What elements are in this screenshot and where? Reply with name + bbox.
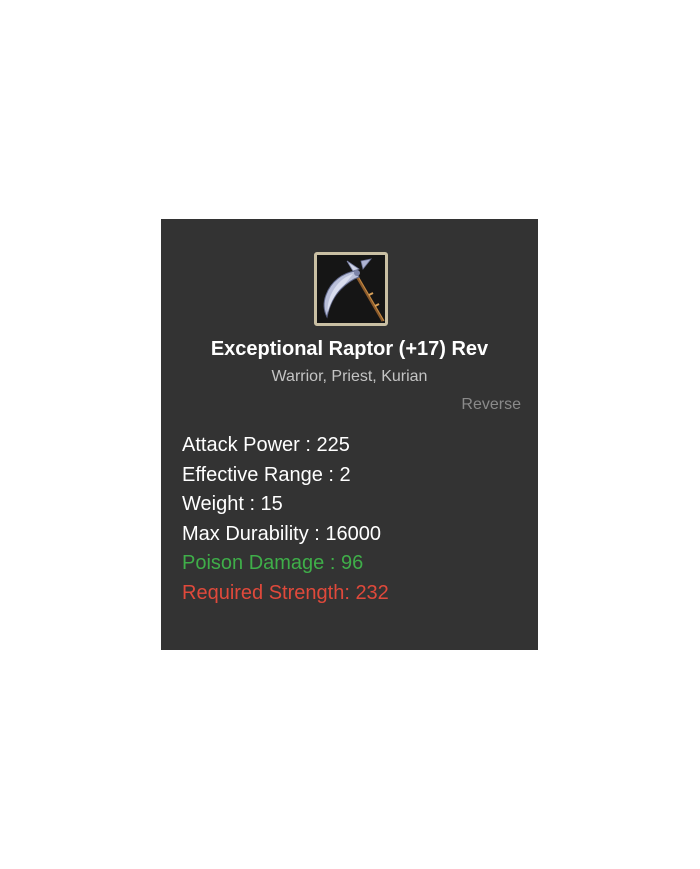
stat-required-strength: Required Strength: 232 bbox=[182, 581, 389, 604]
scythe-weapon-icon bbox=[314, 252, 388, 326]
stat-effective-range: Effective Range : 2 bbox=[182, 463, 351, 486]
item-name: Exceptional Raptor (+17) Rev bbox=[210, 338, 489, 360]
stat-poison-damage: Poison Damage : 96 bbox=[182, 552, 364, 574]
stat-max-durability: Max Durability : 16000 bbox=[182, 522, 381, 545]
stat-attack-power: Attack Power : 225 bbox=[182, 434, 350, 456]
stats-list: Attack Power : 225 Effective Range : 2 W… bbox=[182, 431, 389, 608]
reverse-link[interactable]: Reverse bbox=[461, 394, 521, 416]
item-classes: Warrior, Priest, Kurian bbox=[271, 368, 428, 385]
item-tooltip: Exceptional Raptor (+17) Rev Warrior, Pr… bbox=[161, 219, 538, 650]
stat-weight: Weight : 15 bbox=[182, 493, 283, 515]
